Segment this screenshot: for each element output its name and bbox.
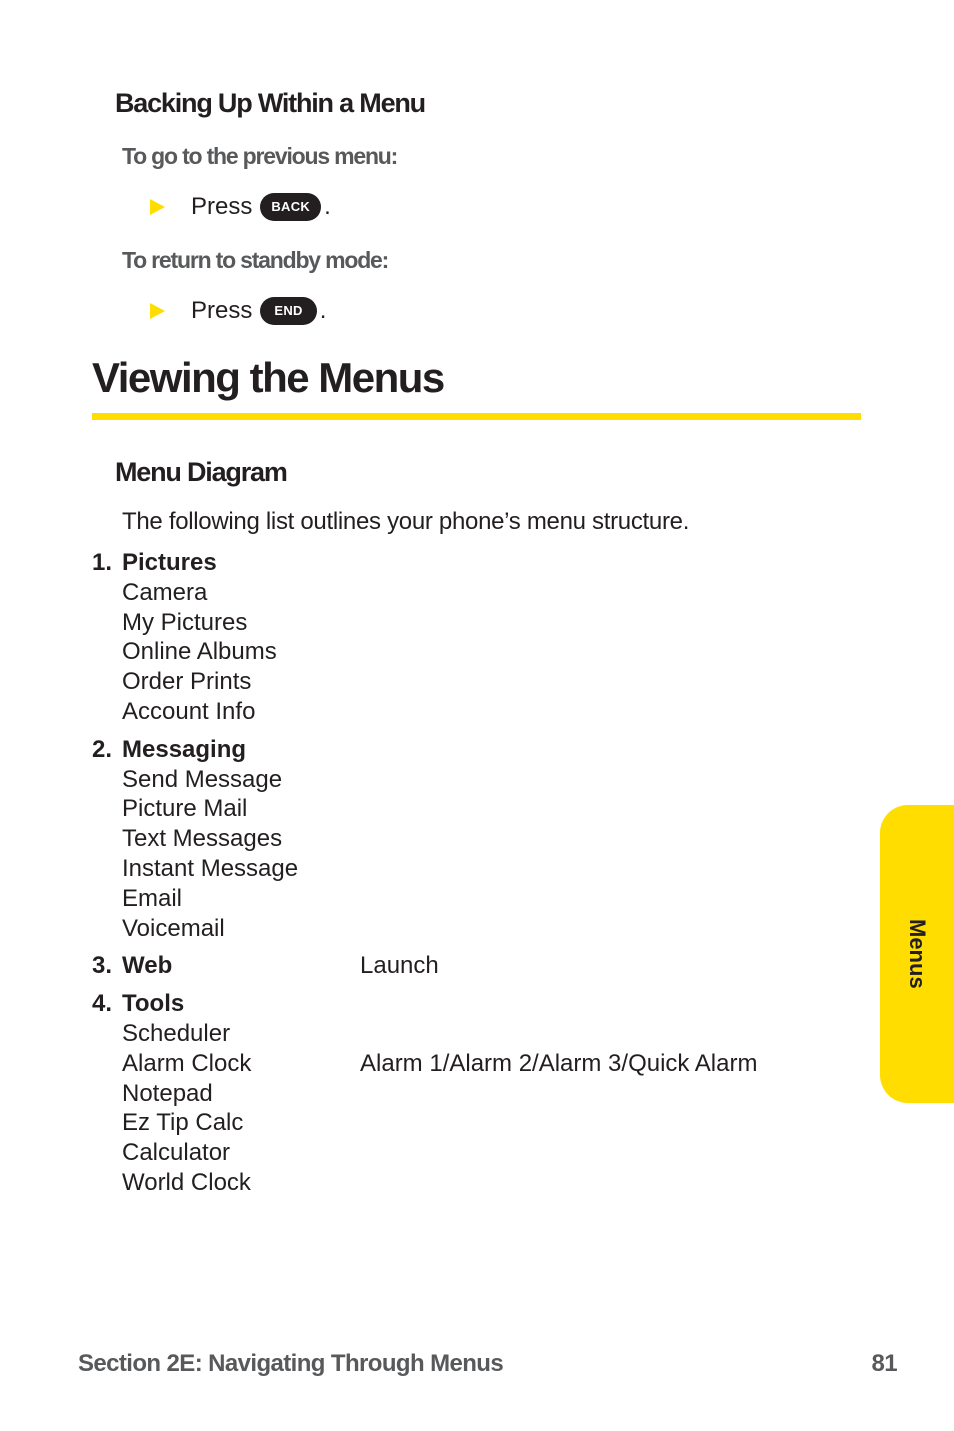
category-number: 3. bbox=[92, 952, 113, 980]
period: . bbox=[319, 297, 327, 324]
end-key-icon: END bbox=[260, 297, 317, 325]
backing-up-heading: Backing Up Within a Menu bbox=[115, 88, 426, 118]
section-title: Viewing the Menus bbox=[92, 354, 445, 401]
category-label: Messaging bbox=[122, 735, 247, 763]
menu-item-detail: Alarm 1/Alarm 2/Alarm 3/Quick Alarm bbox=[360, 1049, 758, 1077]
menu-item: Calculator bbox=[122, 1139, 231, 1167]
press-text: Press bbox=[191, 193, 253, 220]
title-rule bbox=[92, 413, 861, 420]
menu-item: Picture Mail bbox=[122, 795, 248, 823]
standby-label: To return to standby mode: bbox=[122, 247, 389, 273]
menu-category: 1. Pictures Camera My Pictures Online Alb… bbox=[92, 548, 832, 727]
step-press-back: Press BACK . bbox=[150, 193, 331, 221]
menu-item: Camera bbox=[122, 578, 208, 606]
menu-item: Text Messages bbox=[122, 825, 283, 853]
category-label: Tools bbox=[122, 990, 185, 1018]
bullet-arrow-icon bbox=[150, 303, 165, 319]
category-label: Web bbox=[122, 952, 173, 980]
menu-category: 2. Messaging Send Message Picture Mail Te… bbox=[92, 735, 832, 944]
category-number: 4. bbox=[92, 990, 113, 1018]
page-number: 81 bbox=[871, 1350, 898, 1377]
menu-item: World Clock bbox=[122, 1168, 251, 1196]
category-number: 1. bbox=[92, 549, 113, 576]
menu-item: Ez Tip Calc bbox=[122, 1109, 244, 1137]
menu-category: 3. Web Launch bbox=[92, 951, 832, 981]
menu-item: Send Message bbox=[122, 765, 283, 793]
menu-item: Email bbox=[122, 884, 183, 912]
category-label: Pictures bbox=[122, 549, 217, 576]
menu-diagram-intro: The following list outlines your phone’s… bbox=[122, 508, 690, 535]
menu-item: My Pictures bbox=[122, 608, 248, 636]
press-text: Press bbox=[191, 297, 253, 324]
menu-diagram-heading: Menu Diagram bbox=[115, 457, 288, 487]
menu-item: Online Albums bbox=[122, 638, 277, 666]
menu-item: Scheduler bbox=[122, 1019, 231, 1047]
previous-menu-label: To go to the previous menu: bbox=[122, 143, 398, 169]
menu-item: Voicemail bbox=[122, 914, 225, 942]
menu-item: Alarm Clock bbox=[122, 1049, 252, 1077]
side-tab-menus: Menus bbox=[880, 805, 954, 1103]
bullet-arrow-icon bbox=[150, 199, 165, 215]
menu-item: Notepad bbox=[122, 1079, 213, 1107]
menu-item: Account Info bbox=[122, 697, 256, 725]
menu-item: Instant Message bbox=[122, 854, 299, 882]
step-press-end: Press END . bbox=[150, 297, 326, 325]
footer-section: Section 2E: Navigating Through Menus bbox=[78, 1350, 504, 1377]
menu-category: 4. Tools Scheduler Alarm Clock Alarm 1/Ala… bbox=[92, 989, 832, 1198]
category-number: 2. bbox=[92, 735, 113, 763]
side-tab-label: Menus bbox=[905, 919, 930, 989]
menu-item: Order Prints bbox=[122, 668, 252, 696]
category-detail: Launch bbox=[360, 952, 439, 980]
back-key-icon: BACK bbox=[260, 193, 322, 221]
period: . bbox=[324, 193, 331, 220]
menu-list: 1. Pictures Camera My Pictures Online Alb… bbox=[92, 548, 832, 1198]
